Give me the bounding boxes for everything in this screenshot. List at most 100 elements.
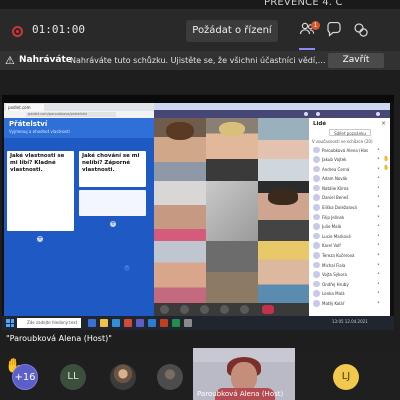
recording-banner: ⚠ Nahráváte Nahráváte tuto schůzku. Ujis… [0,52,400,70]
share-icon[interactable] [220,305,229,314]
participant-row[interactable]: Vojta Sýkora • [309,270,390,280]
raised-hand-icon: ✋ [383,155,390,162]
participant-row[interactable]: Daniel Beneš • [309,193,390,203]
whiteboard-title: Přátelství [9,120,48,128]
video-tile[interactable] [154,181,206,241]
request-control-button[interactable]: Požádat o řízení [186,20,278,42]
participant-row[interactable]: Matěj Kolář • [309,299,390,309]
screen-bezel [2,95,394,103]
close-icon[interactable]: × [381,120,386,127]
active-indicator [299,48,315,50]
teams-icon[interactable] [136,319,144,327]
taskbar-clock: 13:05 12.04.2021 [332,319,368,324]
chrome-icon[interactable] [124,319,132,327]
browser-tab-bar [154,103,390,110]
mic-icon: • [377,165,380,172]
browser-tab[interactable]: padlet.com [6,104,44,111]
mic-icon: • [377,146,380,153]
word-icon[interactable] [148,319,156,327]
add-post-icon[interactable]: + [110,221,116,227]
whiteboard-column-card[interactable]: Jaké vlastnosti se mi líbí? Kladné vlast… [7,151,74,231]
participant-row[interactable]: Jakub Vojtek • ✋ [309,155,390,165]
video-tile[interactable] [154,241,206,303]
taskbar-search-field[interactable]: Zde zadejte hledaný text [17,318,81,328]
video-tile[interactable] [258,118,309,181]
header-dot-icon [376,112,380,116]
video-tile[interactable] [206,181,258,241]
title-bar: PREVENCE 4. C [0,0,400,9]
mic-icon: • [377,280,380,287]
participant-row[interactable]: Ondřej Hrubý • [309,279,390,289]
video-tile[interactable] [258,241,309,303]
excel-icon[interactable] [172,319,180,327]
avatar[interactable] [157,364,183,390]
avatar[interactable] [110,364,136,390]
participant-row[interactable]: Julie Malá • [309,222,390,232]
participant-name: Julie Malá [322,224,342,230]
mic-icon[interactable] [200,305,209,314]
address-bar: padlet.com/paroubkova/pratelstvi [4,111,156,118]
recording-icon [12,26,23,37]
participant-name: Andrea Černá [322,166,350,172]
participant-row[interactable]: Andrea Černá • ✋ [309,164,390,174]
participant-row[interactable]: Lucie Marková • [309,231,390,241]
mic-icon: • [377,175,380,182]
participant-row[interactable]: Paroubková Alena (Host) • [309,145,390,155]
teams-browser: Lidé × Sdílet pozvánku V současnosti ve … [154,103,390,316]
panel-title: Lidé [313,121,327,127]
participants-badge: 1 [311,21,320,30]
video-tile[interactable] [154,118,206,181]
file-explorer-icon[interactable] [100,319,108,327]
url-field[interactable]: padlet.com/paroubkova/pratelstvi [26,112,116,117]
add-post-icon[interactable]: + [37,236,43,242]
participant-row[interactable]: Adam Novák • [309,174,390,184]
avatar [313,175,320,182]
avatar [313,146,320,153]
participant-row[interactable]: Lenka Malá • [309,289,390,299]
whiteboard-browser: padlet.com padlet.com/paroubkova/pratels… [4,103,156,316]
banner-message: Nahráváte tuto schůzku. Ujistěte se, že … [70,56,326,65]
avatar-icon[interactable] [160,305,169,314]
whiteboard-subtitle: Vyjmenuj a ohodnoť vlastnosti [9,129,70,134]
powerpoint-icon[interactable] [160,319,168,327]
share-invite-button[interactable]: Sdílet pozvánku [329,129,371,136]
whiteboard-empty-card[interactable] [79,190,146,216]
avatar [313,194,320,201]
speaker-video-tile[interactable]: Paroubková Alena (Host) [193,348,295,400]
avatar [313,213,320,221]
more-icon[interactable] [240,305,249,314]
video-tile[interactable] [206,118,258,181]
reactions-icon[interactable] [352,22,370,40]
participant-row[interactable]: Natálie Klíma • [309,183,390,193]
more-participants-button[interactable]: +16 [12,364,38,390]
column-heading: Jaké vlastnosti se mi líbí? Kladné vlast… [10,153,65,173]
participant-row[interactable]: Tereza Kučerová • [309,251,390,261]
participant-name: Natálie Klíma [322,185,349,191]
banner-close-button[interactable]: Zavřít [328,53,384,68]
chat-icon[interactable] [325,21,343,40]
task-view-icon[interactable] [88,319,96,327]
avatar[interactable]: LJ [333,364,359,390]
plus-icon: · [124,265,130,271]
hang-up-icon[interactable] [262,305,274,314]
mic-icon: • [377,213,380,220]
participant-name: Vojta Sýkora [322,272,347,278]
video-tile[interactable] [258,181,309,241]
camera-icon[interactable] [180,305,189,314]
participant-row[interactable]: Filip Jelínek • [309,212,390,222]
video-tile[interactable] [206,241,258,303]
whiteboard-column-card[interactable]: Jaké chování se mi nelíbí? Záporné vlast… [79,151,146,187]
avatar[interactable]: LL [60,364,86,390]
app-icon[interactable] [184,319,192,327]
participant-row[interactable]: Karel Volf • [309,241,390,251]
participant-name: Karel Volf [322,243,341,249]
edge-icon[interactable] [112,319,120,327]
avatar [313,300,320,307]
windows-start-icon[interactable] [6,319,14,327]
banner-lead: Nahráváte [19,55,72,65]
teams-meeting-window: PREVENCE 4. C 01:01:00 Požádat o řízení … [0,0,400,400]
participant-row[interactable]: Michal Fiala • [309,260,390,270]
participant-row[interactable]: Eliška Doležalová • [309,203,390,213]
avatar [313,184,320,192]
avatar [313,261,320,269]
